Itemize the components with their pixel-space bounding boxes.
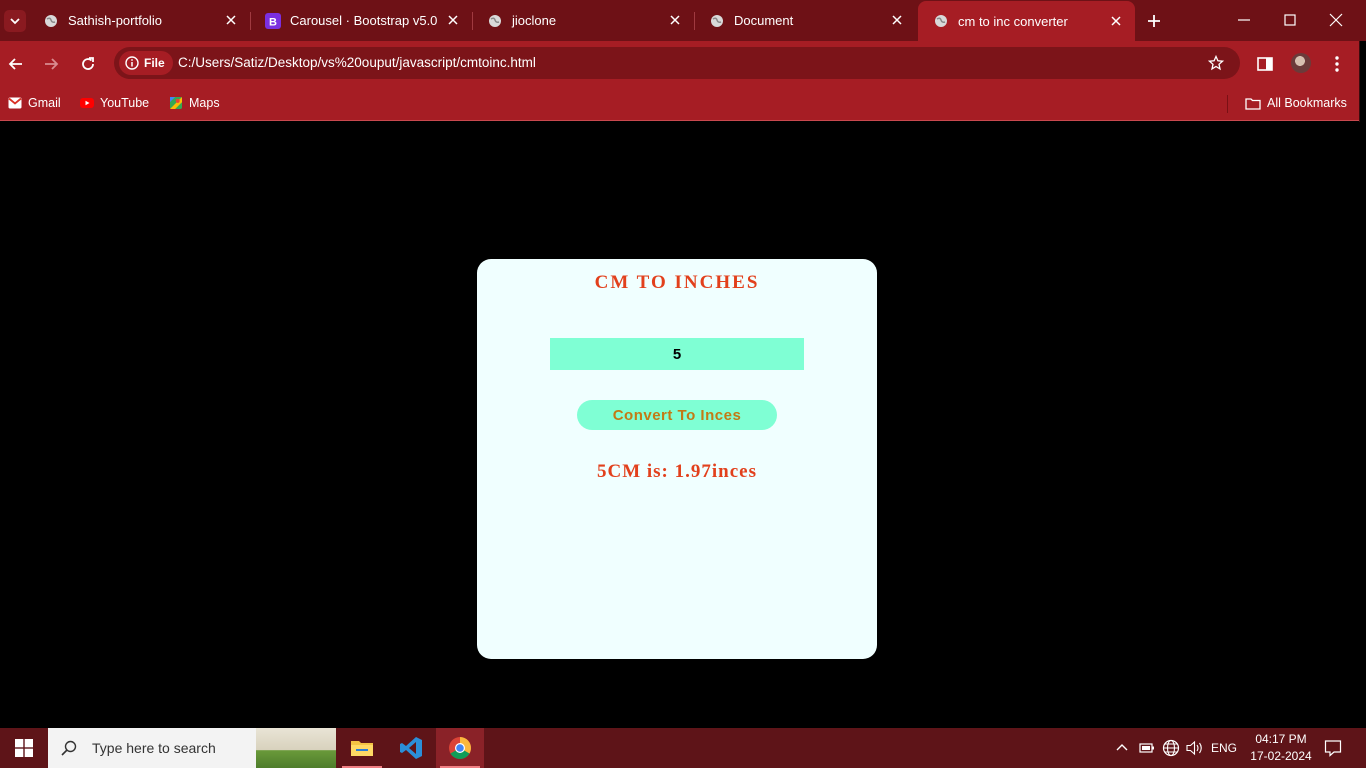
tab-label: cm to inc converter [958,13,1068,29]
converter-card: CM TO INCHES Convert To Inces 5CM is: 1.… [477,259,877,659]
tab-document[interactable]: Document [694,0,916,41]
cm-input[interactable] [550,338,804,370]
taskbar-search[interactable]: Type here to search [48,728,336,768]
tab-label: jioclone [512,13,557,28]
tab-cm-to-inc-converter[interactable]: cm to inc converter [918,1,1135,41]
clock-date: 17-02-2024 [1250,749,1312,763]
tab-carousel-bootstrap[interactable]: B Carousel · Bootstrap v5.0 [250,0,473,41]
bookmark-label: YouTube [100,96,150,110]
maps-icon [170,97,182,109]
tab-search-button[interactable] [4,10,26,32]
bookmark-label: Maps [189,96,220,110]
result-text: 5CM is: 1.97inces [596,461,757,482]
maximize-icon[interactable] [1282,12,1298,28]
file-label: File [144,56,165,70]
profile-avatar[interactable] [1291,53,1311,73]
info-icon [125,56,139,70]
volume-icon[interactable] [1186,740,1204,756]
close-icon[interactable] [224,13,238,27]
folder-icon [1245,97,1261,110]
windows-logo-icon [15,739,33,757]
globe-icon [487,13,503,29]
taskbar-clock[interactable]: 04:17 PM 17-02-2024 [1246,731,1316,765]
gmail-icon [8,97,22,109]
tab-label: Carousel · Bootstrap v5.0 [290,13,438,28]
tab-label: Document [734,13,794,28]
windows-taskbar: Type here to search ENG 04:17 PM 17-02-2… [0,728,1366,768]
page-viewport: CM TO INCHES Convert To Inces 5CM is: 1.… [0,122,1366,728]
globe-icon [933,13,949,29]
tab-sathish-portfolio[interactable]: Sathish-portfolio [28,0,251,41]
close-icon[interactable] [1109,14,1123,28]
tab-label: Sathish-portfolio [68,13,162,28]
chevron-down-icon [10,18,20,25]
minimize-icon[interactable] [1236,12,1252,28]
youtube-icon [80,98,94,108]
bookmark-youtube[interactable]: YouTube [80,94,149,112]
browser-toolbar: File C:/Users/Satiz/Desktop/vs%20ouput/j… [0,41,1366,87]
all-bookmarks-label: All Bookmarks [1267,96,1347,110]
folder-icon [351,741,373,756]
all-bookmarks-button[interactable]: All Bookmarks [1245,94,1347,112]
close-icon[interactable] [668,13,682,27]
notification-icon[interactable] [1324,739,1342,757]
chrome-icon [449,737,471,759]
bookmark-gmail[interactable]: Gmail [8,94,61,112]
back-arrow-icon[interactable] [6,54,26,74]
bootstrap-icon: B [265,12,281,29]
close-icon[interactable] [890,13,904,27]
tab-jioclone[interactable]: jioclone [472,0,695,41]
clock-time: 04:17 PM [1255,732,1307,746]
close-icon[interactable] [446,13,460,27]
chevron-up-icon[interactable] [1115,741,1129,755]
start-button[interactable] [0,728,48,768]
search-icon [61,740,77,756]
bookmark-maps[interactable]: Maps [169,94,220,112]
bookmark-label: Gmail [28,96,61,110]
bookmarks-separator [1227,95,1228,113]
site-info-chip[interactable]: File [119,51,173,75]
globe-icon [43,13,59,29]
chrome-app[interactable] [436,728,484,768]
file-explorer-app[interactable] [338,728,386,768]
reload-icon[interactable] [78,54,98,74]
language-indicator[interactable]: ENG [1211,728,1237,768]
search-placeholder: Type here to search [92,740,216,756]
bookmarks-bar: Gmail YouTube Maps All Bookmarks [0,87,1366,121]
forward-arrow-icon[interactable] [41,54,61,74]
more-menu-icon[interactable] [1327,54,1347,74]
svg-text:B: B [269,16,277,28]
vscode-app[interactable] [387,728,435,768]
search-highlight-image [256,728,336,768]
globe-icon [709,13,725,29]
battery-icon[interactable] [1139,741,1155,755]
address-bar[interactable]: File C:/Users/Satiz/Desktop/vs%20ouput/j… [114,47,1240,79]
new-tab-plus-icon[interactable] [1144,11,1164,31]
window-close-icon[interactable] [1328,12,1344,28]
convert-button[interactable]: Convert To Inces [577,400,777,430]
tab-strip: Sathish-portfolio B Carousel · Bootstrap… [0,0,1366,41]
network-globe-icon[interactable] [1162,739,1180,757]
side-panel-icon[interactable] [1255,54,1275,74]
url-text[interactable]: C:/Users/Satiz/Desktop/vs%20ouput/javasc… [178,55,536,70]
vscode-icon [400,737,422,759]
bookmark-star-icon[interactable] [1208,55,1224,71]
page-title: CM TO INCHES [594,272,760,293]
